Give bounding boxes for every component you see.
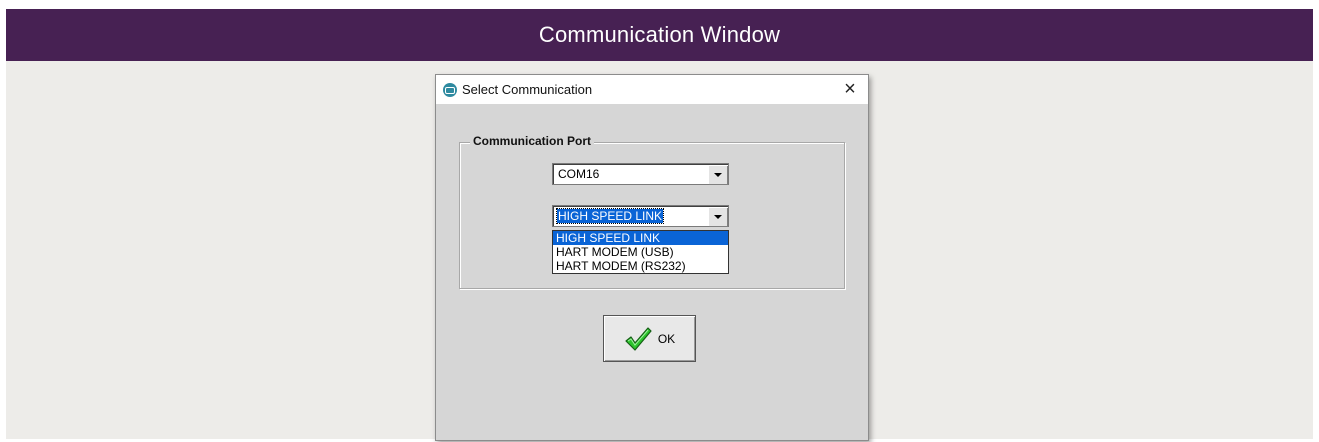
port-select[interactable]: COM16: [552, 163, 729, 185]
link-type-dropdown-list: HIGH SPEED LINK HART MODEM (USB) HART MO…: [552, 230, 729, 274]
dropdown-option-hart-modem-usb[interactable]: HART MODEM (USB): [553, 245, 728, 259]
content-frame: Communication Window Select Communicatio…: [6, 9, 1313, 441]
close-icon: ×: [844, 78, 856, 100]
link-type-select-value: HIGH SPEED LINK: [555, 208, 665, 224]
ok-button-label: OK: [657, 331, 676, 346]
link-type-select[interactable]: HIGH SPEED LINK: [552, 205, 729, 227]
page-title: Communication Window: [538, 22, 781, 47]
select-communication-dialog: Select Communication × Communication Por…: [435, 74, 869, 441]
app-icon: [443, 83, 457, 97]
checkmark-icon: [625, 326, 652, 351]
dialog-titlebar[interactable]: Select Communication ×: [436, 75, 868, 104]
dialog-title: Select Communication: [462, 82, 593, 97]
group-label: Communication Port: [470, 134, 595, 148]
communication-port-group: Communication Port COM16 HIGH SPEED LINK…: [459, 134, 845, 289]
close-button[interactable]: ×: [832, 75, 868, 104]
chevron-down-icon[interactable]: [708, 165, 727, 184]
ok-button[interactable]: OK: [603, 315, 696, 362]
page-title-banner: Communication Window: [6, 9, 1313, 61]
dropdown-option-high-speed-link[interactable]: HIGH SPEED LINK: [553, 231, 728, 245]
port-select-value: COM16: [558, 167, 600, 181]
dropdown-option-hart-modem-rs232[interactable]: HART MODEM (RS232): [553, 259, 728, 273]
chevron-down-icon[interactable]: [708, 207, 727, 226]
